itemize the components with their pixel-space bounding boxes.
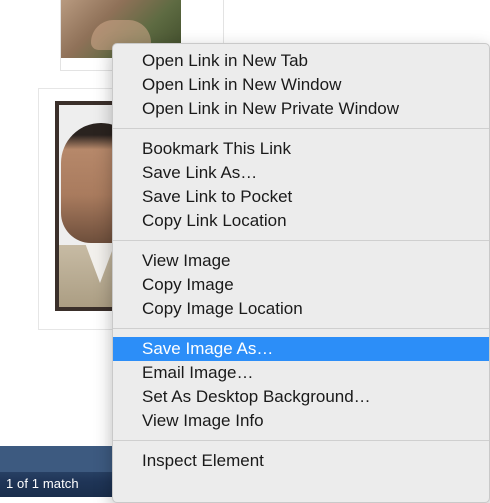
menu-item-view-image[interactable]: View Image (113, 249, 489, 273)
menu-item-email-image[interactable]: Email Image… (113, 361, 489, 385)
menu-item-open-link-private-window[interactable]: Open Link in New Private Window (113, 97, 489, 121)
menu-separator (113, 128, 489, 129)
context-menu: Open Link in New Tab Open Link in New Wi… (112, 43, 490, 503)
find-match-count: 1 of 1 match (6, 476, 79, 491)
menu-item-save-image-as[interactable]: Save Image As… (113, 337, 489, 361)
menu-item-bookmark-link[interactable]: Bookmark This Link (113, 137, 489, 161)
menu-separator (113, 328, 489, 329)
menu-item-open-link-new-tab[interactable]: Open Link in New Tab (113, 49, 489, 73)
menu-item-save-link-to-pocket[interactable]: Save Link to Pocket (113, 185, 489, 209)
menu-separator (113, 440, 489, 441)
menu-item-copy-link-location[interactable]: Copy Link Location (113, 209, 489, 233)
menu-item-save-link-as[interactable]: Save Link As… (113, 161, 489, 185)
menu-item-inspect-element[interactable]: Inspect Element (113, 449, 489, 473)
menu-item-copy-image[interactable]: Copy Image (113, 273, 489, 297)
menu-item-open-link-new-window[interactable]: Open Link in New Window (113, 73, 489, 97)
menu-item-view-image-info[interactable]: View Image Info (113, 409, 489, 433)
menu-separator (113, 240, 489, 241)
menu-item-copy-image-location[interactable]: Copy Image Location (113, 297, 489, 321)
menu-item-set-desktop-background[interactable]: Set As Desktop Background… (113, 385, 489, 409)
